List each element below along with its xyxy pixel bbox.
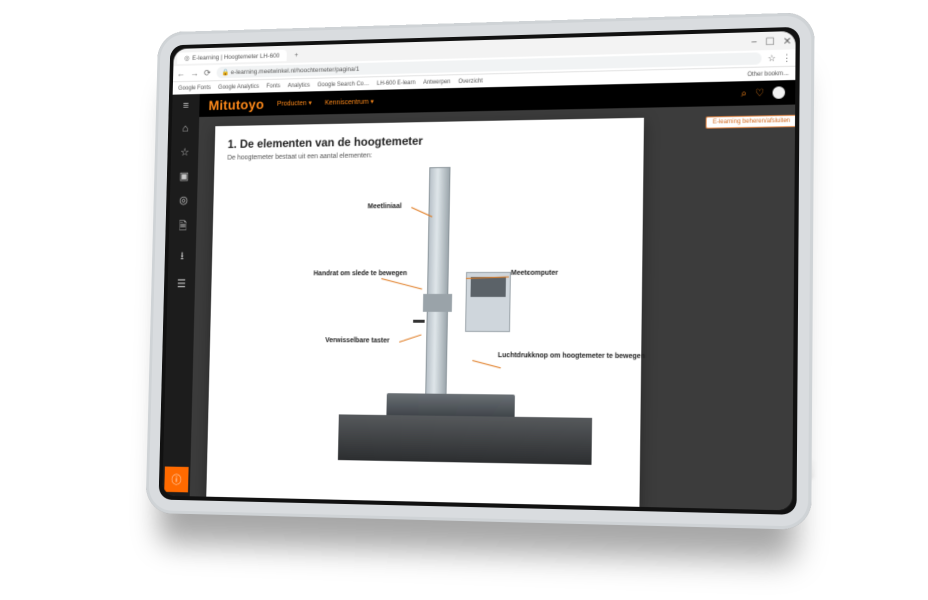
lock-icon: 🔒: [222, 69, 230, 76]
tab-title: E-learning | Hoogtemeter LH-600: [192, 52, 280, 61]
label-taster: Verwisselbare taster: [325, 337, 389, 344]
tablet-screen: ◎ E-learning | Hoogtemeter LH-600 + − ☐ …: [162, 31, 795, 511]
nav-products[interactable]: Producten ▾: [277, 99, 312, 108]
extensions-icon[interactable]: ⋮: [782, 52, 791, 63]
gauge-probe: [413, 320, 425, 323]
star-icon[interactable]: ☆: [768, 52, 776, 63]
info-icon: ⓘ: [171, 472, 181, 488]
nav-knowledge[interactable]: Kenniscentrum ▾: [325, 98, 374, 107]
bookmark-item[interactable]: Analytics: [288, 83, 310, 89]
target-icon[interactable]: ◎: [179, 194, 188, 207]
leader-line: [399, 334, 421, 342]
bookmark-item[interactable]: Overzicht: [458, 78, 483, 85]
home-icon[interactable]: ⌂: [182, 123, 188, 135]
menu-icon[interactable]: ≡: [183, 100, 189, 112]
bookmarks-overflow[interactable]: Other bookm…: [747, 71, 789, 78]
label-computer: Meetcomputer: [511, 270, 558, 277]
avatar[interactable]: [773, 86, 786, 99]
window-close-button[interactable]: ✕: [783, 36, 792, 47]
bookmark-item[interactable]: Google Fonts: [178, 85, 211, 92]
window-minimize-button[interactable]: −: [751, 37, 757, 48]
label-meetliniaal: Meetliniaal: [368, 203, 402, 210]
lesson-panel: 1. De elementen van de hoogtemeter De ho…: [206, 118, 644, 509]
list-icon[interactable]: ☰: [177, 278, 186, 291]
manage-elearning-chip[interactable]: E-learning beheren/afsluiten: [706, 115, 796, 129]
surface-plate: [338, 414, 592, 464]
download-icon[interactable]: ⭳: [180, 248, 184, 266]
gauge-column: [425, 167, 450, 398]
page-title: 1. De elementen van de hoogtemeter: [228, 130, 630, 151]
gauge-computer: [465, 272, 511, 332]
layers-icon[interactable]: ▣: [179, 170, 189, 183]
bell-icon[interactable]: ♡: [755, 87, 764, 98]
nav-forward-button[interactable]: →: [190, 68, 198, 78]
lesson-content: E-learning beheren/afsluiten 1. De eleme…: [190, 105, 796, 511]
page-subtitle: De hoogtemeter bestaat uit een aantal el…: [227, 148, 629, 161]
height-gauge-diagram: Meetliniaal Handrat om slede te bewegen …: [318, 160, 623, 494]
bookmark-item[interactable]: LH-600 E-learn: [377, 80, 416, 87]
leader-line: [381, 278, 422, 289]
browser-tab[interactable]: ◎ E-learning | Hoogtemeter LH-600: [177, 50, 287, 65]
star-outline-icon[interactable]: ☆: [180, 146, 189, 159]
new-tab-button[interactable]: +: [291, 52, 302, 59]
document-icon[interactable]: 🗎: [179, 218, 188, 236]
globe-icon: ◎: [184, 54, 189, 62]
nav-back-button[interactable]: ←: [177, 69, 185, 79]
bookmark-item[interactable]: Google Analytics: [218, 84, 259, 91]
label-handrat: Handrat om slede te bewegen: [313, 270, 407, 277]
gauge-carriage: [423, 294, 452, 312]
window-maximize-button[interactable]: ☐: [765, 36, 774, 47]
help-button[interactable]: ⓘ: [164, 466, 188, 492]
leader-line: [466, 276, 509, 279]
bookmark-item[interactable]: Antwerpen: [423, 79, 451, 86]
bookmark-item[interactable]: Fonts: [266, 83, 280, 89]
search-icon[interactable]: ⌕: [741, 88, 747, 99]
bookmark-item[interactable]: Google Search Co…: [317, 81, 369, 88]
brand-logo[interactable]: Mitutoyo: [208, 96, 264, 113]
leader-line: [472, 360, 501, 368]
nav-reload-button[interactable]: ⟳: [204, 67, 211, 78]
tablet-frame: ◎ E-learning | Hoogtemeter LH-600 + − ☐ …: [145, 12, 814, 530]
url-text: e-learning.meetwinkel.nl/hoochterneter/p…: [231, 66, 360, 76]
label-lucht: Luchtdrukknop om hoogtemeter te bewegen: [498, 352, 645, 360]
